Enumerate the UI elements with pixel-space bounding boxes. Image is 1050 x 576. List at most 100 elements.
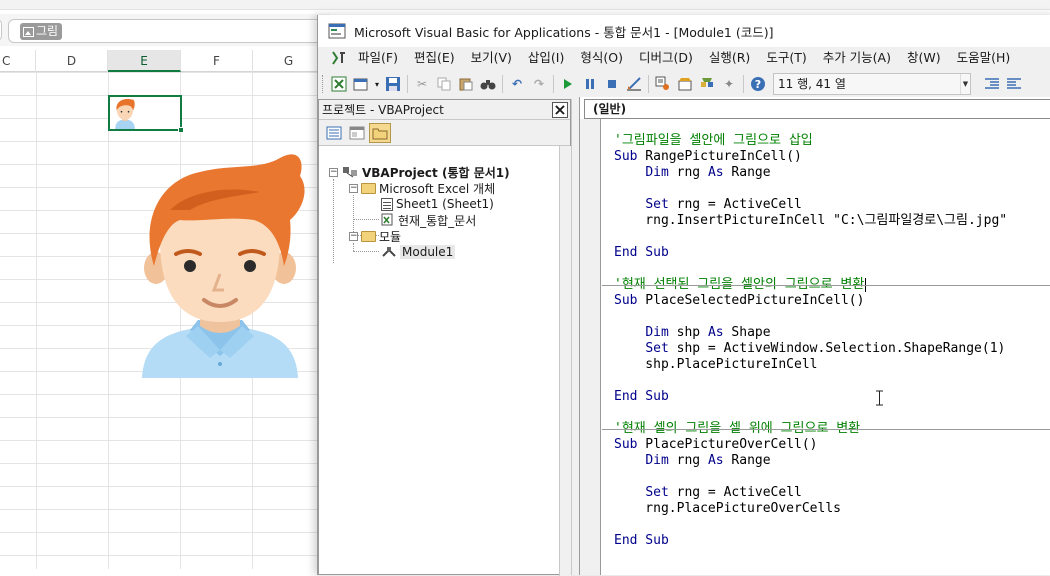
menu-addins[interactable]: 추가 기능(A) (815, 47, 899, 69)
help-icon[interactable]: ? (747, 73, 769, 95)
outdent-icon[interactable] (1003, 73, 1025, 95)
cut-icon[interactable]: ✂ (411, 73, 433, 95)
collapse-icon[interactable]: − (349, 231, 358, 241)
menu-edit[interactable]: 편집(E) (406, 47, 463, 69)
vba-app-icon (328, 23, 346, 39)
column-header-f[interactable]: F (181, 50, 253, 72)
code-line: End Sub (614, 389, 669, 405)
tree-label-sheet1: Sheet1 (Sheet1) (396, 197, 494, 211)
copy-icon[interactable] (433, 73, 455, 95)
vba-editor-window: Microsoft Visual Basic for Applications … (317, 15, 1050, 576)
vbe-titlebar[interactable]: Microsoft Visual Basic for Applications … (318, 15, 1050, 47)
project-explorer-scrollbar[interactable] (559, 146, 571, 576)
tree-connector (353, 219, 379, 220)
tree-label-workbook: 현재_통합_문서 (398, 213, 477, 228)
vba-keyword: Set (645, 197, 669, 212)
panel-splitter[interactable] (571, 99, 579, 575)
redo-icon[interactable]: ↷ (528, 73, 550, 95)
formula-input[interactable]: 그림 (8, 19, 328, 43)
break-icon[interactable] (579, 73, 601, 95)
code-line: Sub PlaceSelectedPictureInCell() (614, 293, 865, 308)
close-icon[interactable]: × (552, 101, 568, 118)
tree-item-modules[interactable]: − 모듈 (349, 228, 401, 244)
vba-keyword: Sub (614, 437, 638, 452)
view-excel-icon[interactable] (328, 73, 350, 95)
toolbar-options-icon[interactable]: ▼ (960, 74, 970, 94)
excel-view-icon[interactable] (330, 50, 348, 66)
toolbox-icon[interactable]: ✦ (718, 73, 740, 95)
vba-keyword: End Sub (614, 389, 669, 404)
collapse-icon[interactable]: − (329, 167, 338, 177)
properties-icon[interactable] (674, 73, 696, 95)
menu-view[interactable]: 보기(V) (463, 47, 520, 69)
cursor-position-indicator: 11 행, 41 열 ▼ (773, 73, 971, 95)
picture-chip-label: 그림 (36, 24, 59, 38)
ribbon-strip (0, 0, 1050, 10)
code-line: Sub PlacePictureOverCell() (614, 437, 818, 452)
name-box[interactable] (0, 19, 2, 41)
toolbar-grip[interactable] (322, 75, 325, 93)
vbaproject-icon (343, 167, 357, 178)
tree-item-module1[interactable]: Module1 (381, 244, 456, 260)
menu-insert[interactable]: 삽입(I) (520, 47, 572, 69)
object-dropdown[interactable]: (일반) (584, 99, 1050, 119)
window-title: Microsoft Visual Basic for Applications … (354, 24, 774, 40)
project-explorer-icon[interactable] (652, 73, 674, 95)
menu-debug[interactable]: 디버그(D) (631, 47, 701, 69)
paste-icon[interactable] (455, 73, 477, 95)
insert-userform-icon[interactable] (350, 73, 372, 95)
view-object-icon[interactable] (346, 123, 368, 143)
indent-icon[interactable] (981, 73, 1003, 95)
module-icon (382, 247, 396, 257)
code-line: rng.InsertPictureInCell "C:\그림파일경로\그림.jp… (614, 213, 1008, 228)
code-line: Set rng = ActiveCell (645, 197, 802, 212)
tree-item-excel-objects[interactable]: − Microsoft Excel 개체 (349, 180, 495, 196)
save-icon[interactable] (382, 73, 404, 95)
code-margin-indicator[interactable] (580, 119, 601, 575)
tree-label-module1: Module1 (400, 245, 456, 259)
code-line: Set rng = ActiveCell (645, 485, 802, 500)
menu-format[interactable]: 형식(O) (572, 47, 631, 69)
folder-icon (361, 182, 376, 194)
collapse-icon[interactable]: − (349, 183, 358, 193)
menu-tools[interactable]: 도구(T) (758, 47, 814, 69)
tree-connector (333, 179, 334, 263)
vba-keyword: Dim (645, 165, 669, 180)
project-explorer-toolbar (319, 120, 570, 146)
tree-item-sheet1[interactable]: Sheet1 (Sheet1) (381, 196, 494, 212)
vba-keyword: End Sub (614, 533, 669, 548)
design-mode-icon[interactable] (623, 73, 645, 95)
undo-icon[interactable]: ↶ (506, 73, 528, 95)
fill-handle[interactable] (178, 127, 184, 133)
column-header-g[interactable]: G (253, 50, 325, 72)
menu-help[interactable]: 도움말(H) (949, 47, 1019, 69)
tree-item-workbook[interactable]: 현재_통합_문서 (381, 212, 476, 228)
column-headers: C D E F G (0, 50, 330, 72)
reset-icon[interactable] (601, 73, 623, 95)
project-explorer-titlebar[interactable]: 프로젝트 - VBAProject × (319, 100, 570, 120)
code-line: End Sub (614, 245, 669, 261)
menu-window[interactable]: 창(W) (899, 47, 949, 69)
avatar-picture-in-cell[interactable] (112, 97, 138, 129)
column-header-d[interactable]: D (36, 50, 108, 72)
column-header-c[interactable]: C (0, 50, 36, 72)
toolbar-separator (407, 75, 408, 93)
menu-bar: 파일(F) 편집(E) 보기(V) 삽입(I) 형식(O) 디버그(D) 실행(… (318, 47, 1050, 69)
menu-run[interactable]: 실행(R) (701, 47, 758, 69)
vba-keyword: As (707, 325, 724, 340)
avatar-picture-floating[interactable] (130, 150, 310, 378)
toolbar-separator (648, 75, 649, 93)
run-icon[interactable] (557, 73, 579, 95)
view-code-icon[interactable] (323, 123, 345, 143)
toggle-folders-icon[interactable] (369, 122, 391, 143)
formula-bar-row: 그림 (0, 14, 330, 46)
column-header-e[interactable]: E (108, 50, 181, 72)
vba-keyword: Dim (645, 325, 669, 340)
code-line: Sub RangePictureInCell() (614, 149, 802, 164)
menu-file[interactable]: 파일(F) (350, 47, 406, 69)
find-icon[interactable] (477, 73, 499, 95)
object-browser-icon[interactable] (696, 73, 718, 95)
tree-item-vbaproject[interactable]: − VBAProject (통합 문서1) (329, 164, 510, 180)
chevron-down-icon[interactable]: ▾ (372, 73, 382, 95)
code-line: End Sub (614, 533, 669, 549)
